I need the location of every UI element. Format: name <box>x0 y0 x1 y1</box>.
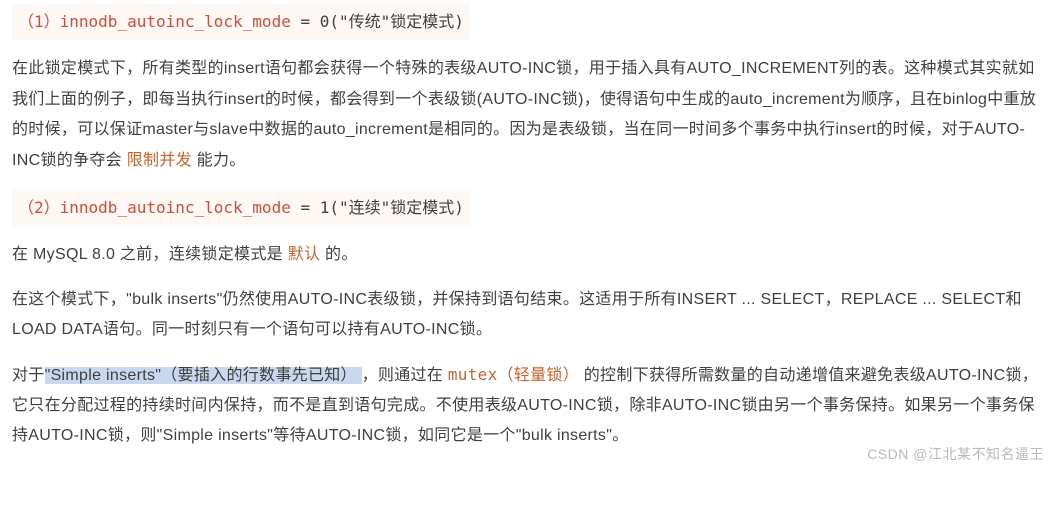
desc-1: ("传统"锁定模式) <box>329 12 464 31</box>
paragraph-4: 对于"Simple inserts"（要插入的行数事先已知） ，则通过在 mut… <box>12 360 1046 452</box>
p4-mutex: mutex（轻量锁） <box>448 365 579 384</box>
paragraph-3: 在这个模式下，"bulk inserts"仍然使用AUTO-INC表级锁，并保持… <box>12 285 1046 346</box>
watermark: CSDN @江北某不知名逼王 <box>867 441 1044 468</box>
p2-a: 在 MySQL 8.0 之前，连续锁定模式是 <box>12 246 288 263</box>
p1-tail: 能力。 <box>192 152 246 169</box>
value-2: 1 <box>320 198 330 217</box>
value-1: 0 <box>320 12 330 31</box>
p1-highlight: 限制并发 <box>127 152 192 169</box>
p4-a: 对于 <box>12 367 45 384</box>
code-block-mode-1: （2）innodb_autoinc_lock_mode = 1("连续"锁定模式… <box>12 190 470 226</box>
prop-name-1: innodb_autoinc_lock_mode <box>60 12 291 31</box>
paragraph-1: 在此锁定模式下，所有类型的insert语句都会获得一个特殊的表级AUTO-INC… <box>12 54 1046 176</box>
code-block-mode-0: （1）innodb_autoinc_lock_mode = 0("传统"锁定模式… <box>12 4 470 40</box>
desc-2: ("连续"锁定模式) <box>329 198 464 217</box>
label-2: （2） <box>18 198 60 217</box>
paragraph-2: 在 MySQL 8.0 之前，连续锁定模式是 默认 的。 <box>12 240 1046 270</box>
p4-b: ，则通过在 <box>362 367 448 384</box>
p4-selection: "Simple inserts"（要插入的行数事先已知） <box>45 367 362 384</box>
p2-b: 的。 <box>320 246 357 263</box>
prop-name-2: innodb_autoinc_lock_mode <box>60 198 291 217</box>
label-1: （1） <box>18 12 60 31</box>
p2-highlight: 默认 <box>288 246 321 263</box>
